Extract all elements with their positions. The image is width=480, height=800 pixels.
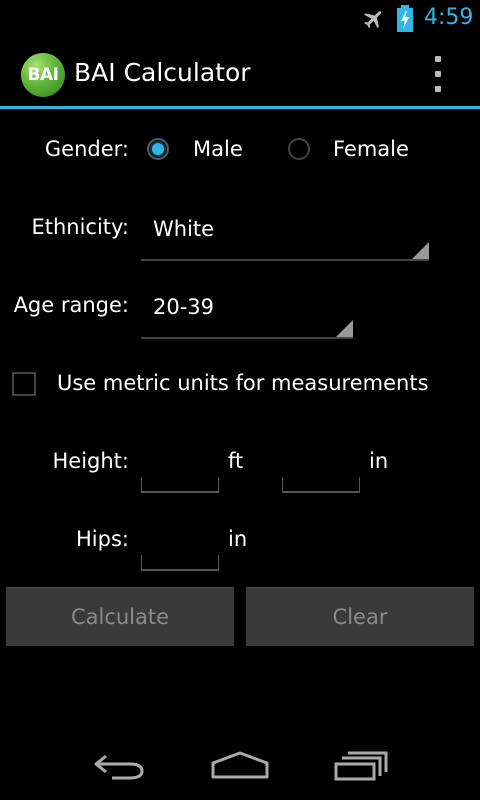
height-label: Height:	[52, 449, 130, 473]
overflow-dot	[435, 86, 441, 92]
airplane-icon	[364, 11, 382, 29]
metric-units-checkbox[interactable]	[12, 372, 36, 396]
overflow-dot	[435, 56, 441, 62]
gender-male-label[interactable]: Male	[193, 137, 243, 161]
age-range-label: Age range:	[13, 293, 129, 317]
age-range-selected-value: 20-39	[153, 295, 215, 319]
ethnicity-spinner[interactable]: White	[141, 211, 429, 261]
gender-male-radio[interactable]	[147, 138, 169, 160]
height-feet-input[interactable]	[141, 477, 219, 493]
ethnicity-label: Ethnicity:	[31, 215, 129, 239]
calculate-button[interactable]: Calculate	[6, 587, 234, 646]
ethnicity-selected-value: White	[153, 217, 215, 241]
home-icon[interactable]	[210, 750, 270, 780]
dropdown-arrow-icon	[336, 320, 353, 337]
height-inches-unit: in	[369, 449, 389, 473]
hips-label: Hips:	[76, 527, 129, 551]
overflow-menu-icon[interactable]	[428, 56, 448, 92]
dropdown-arrow-icon	[412, 242, 429, 259]
height-inches-input[interactable]	[282, 477, 360, 493]
overflow-dot	[435, 71, 441, 77]
age-range-spinner[interactable]: 20-39	[141, 289, 353, 339]
clear-button[interactable]: Clear	[246, 587, 474, 646]
clock: 4:59	[424, 5, 474, 30]
status-bar: 4:59	[0, 0, 480, 38]
battery-charging-icon	[397, 5, 413, 32]
action-bar: BAI BAI Calculator	[0, 38, 480, 109]
back-icon[interactable]	[92, 750, 148, 782]
gender-label: Gender:	[44, 137, 129, 161]
height-feet-unit: ft	[228, 449, 244, 473]
gender-female-radio[interactable]	[288, 138, 310, 160]
navigation-bar	[0, 728, 480, 800]
hips-unit: in	[228, 527, 248, 551]
app-title: BAI Calculator	[74, 58, 251, 87]
recent-apps-icon[interactable]	[334, 750, 390, 782]
gender-female-label[interactable]: Female	[333, 137, 409, 161]
metric-units-label[interactable]: Use metric units for measurements	[57, 371, 429, 395]
hips-input[interactable]	[141, 555, 219, 571]
app-icon: BAI	[21, 53, 65, 97]
